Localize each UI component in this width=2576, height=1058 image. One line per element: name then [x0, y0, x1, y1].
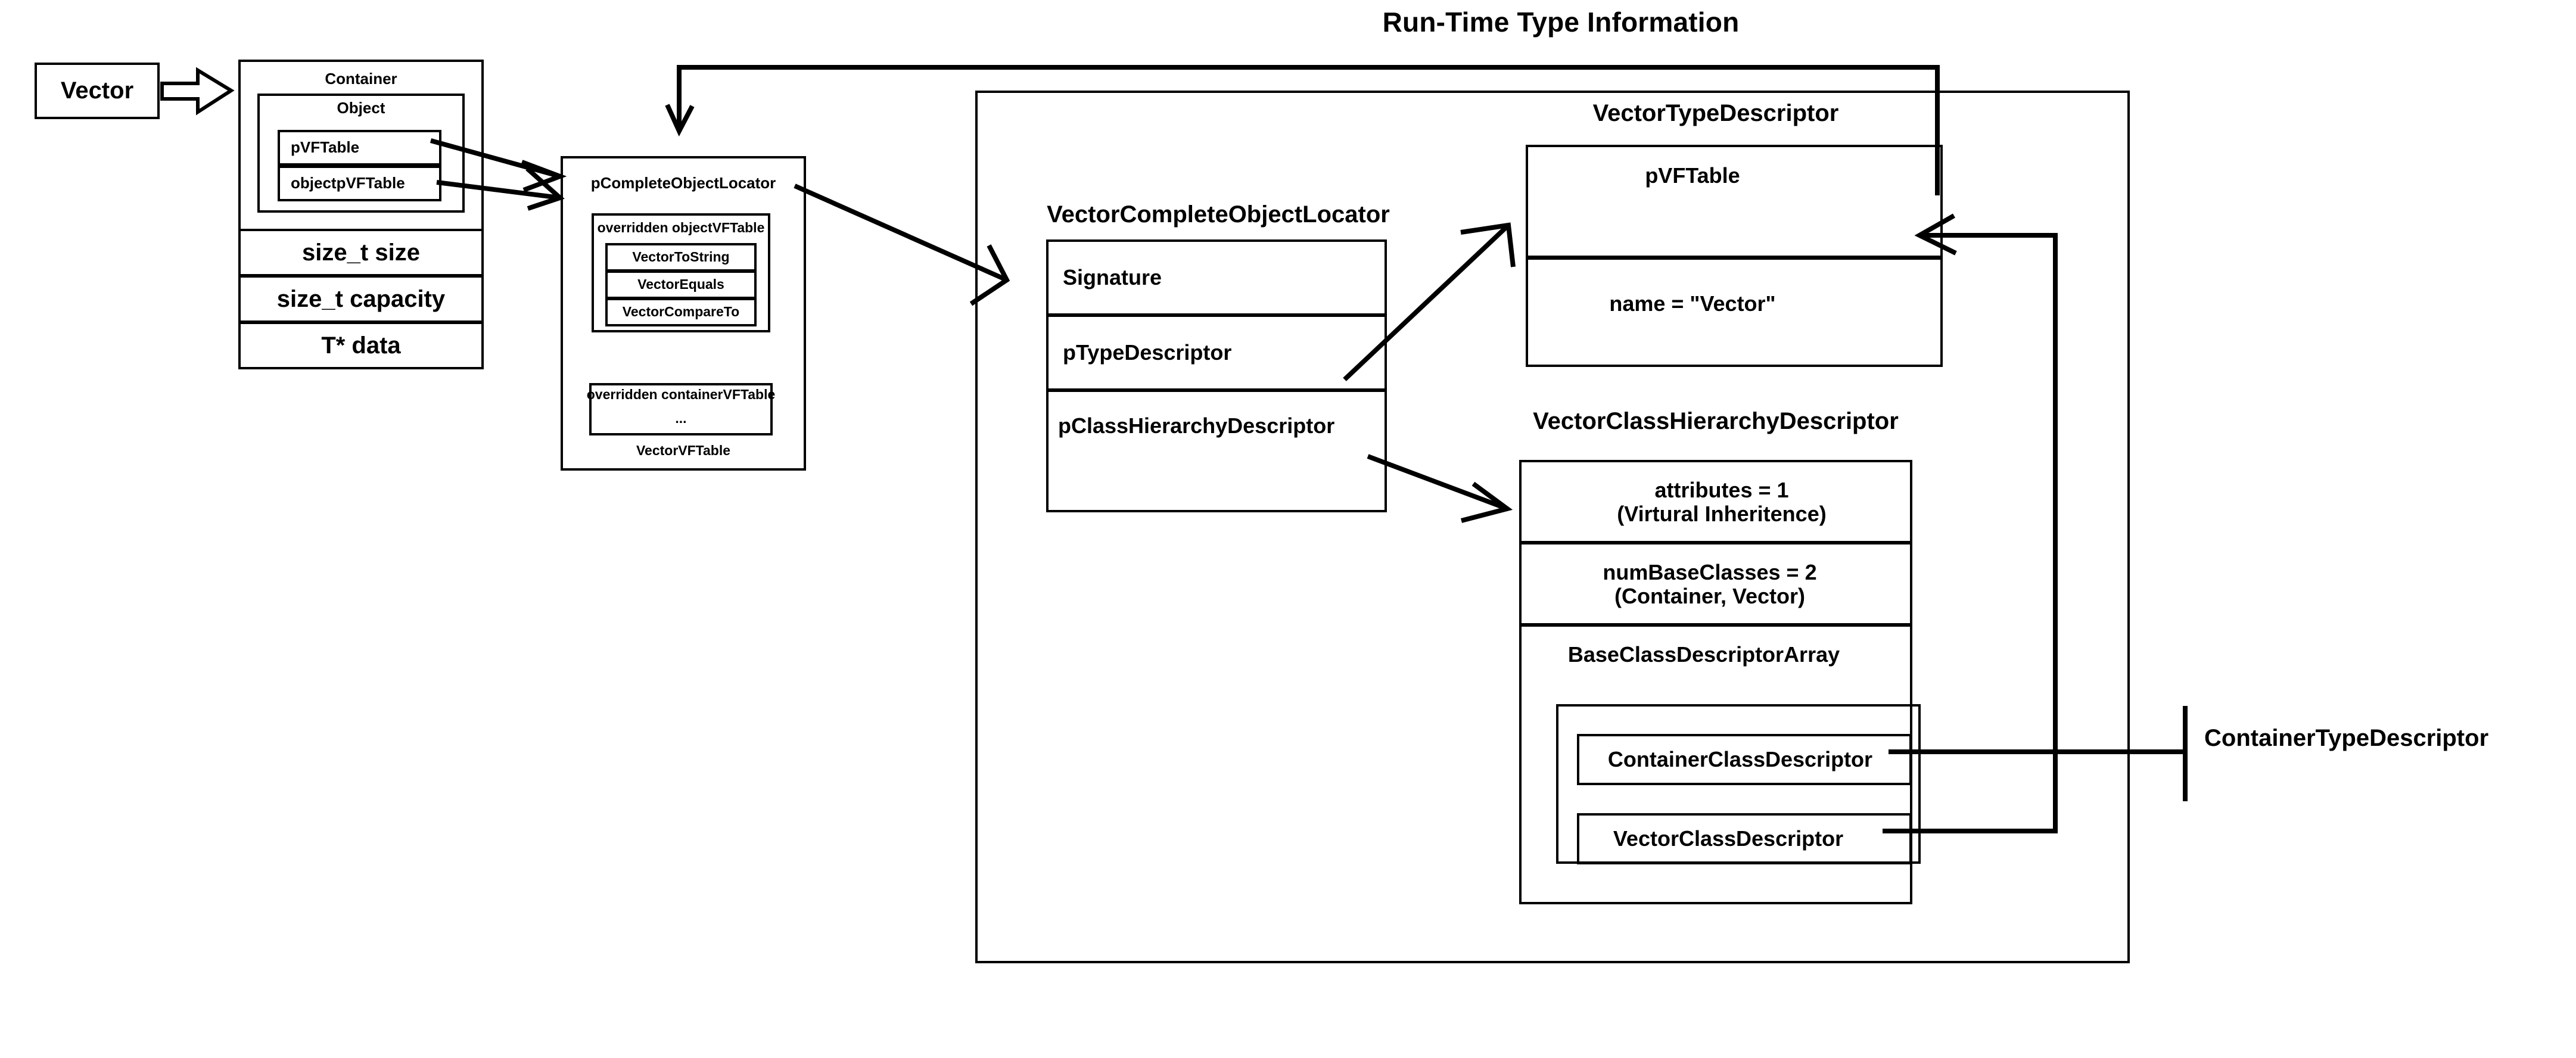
container-type-descriptor-label: ContainerTypeDescriptor [2204, 724, 2489, 751]
vcol-row-ptypedescriptor-label: pTypeDescriptor [1063, 340, 1232, 365]
container-row-capacity-label: size_t capacity [276, 285, 446, 312]
page-title: Run-Time Type Information [1382, 7, 1740, 38]
vector-class-hierarchy-descriptor-title: VectorClassHierarchyDescriptor [1533, 407, 1899, 434]
vchd-row-attributes-label: attributes = 1 (Virtural Inheritence) [1617, 477, 1827, 526]
container-row-data-label: T* data [321, 332, 401, 359]
overridden-objectvftable-label: overridden objectVFTable [597, 220, 765, 236]
vftable-entry-tostring-label: VectorToString [632, 249, 730, 265]
vtd-row-name-label: name = "Vector" [1609, 291, 1776, 316]
vectorvftable-footer-label: VectorVFTable [636, 443, 731, 459]
array-entry-vectorclassdescriptor-label: VectorClassDescriptor [1613, 826, 1844, 851]
container-row-size-label: size_t size [302, 239, 420, 266]
container-label: Container [325, 70, 397, 88]
object-field-objectpvftable-label: objectpVFTable [291, 174, 405, 192]
overridden-containervftable-ellipsis: ... [675, 410, 687, 427]
array-entry-containerclassdescriptor-label: ContainerClassDescriptor [1607, 746, 1873, 771]
connector-vtd-pvftable-arrowhead [665, 104, 695, 137]
block-arrow-vector-to-container [160, 67, 235, 116]
baseclassdescriptorarray-label: BaseClassDescriptorArray [1567, 642, 1840, 667]
vcol-row-signature-label: Signature [1063, 264, 1162, 290]
object-field-pvftable-label: pVFTable [291, 138, 360, 157]
vtd-row-pvftable-label: pVFTable [1645, 163, 1740, 188]
arrow-objectpvftable-to-vftable-head [525, 167, 565, 211]
overridden-containervftable-label: overridden containerVFTable [586, 387, 776, 403]
vector-complete-object-locator-title: VectorCompleteObjectLocator [1047, 201, 1390, 228]
object-label: Object [337, 99, 385, 117]
vcol-row-pclasshierarchydescriptor-label: pClassHierarchyDescriptor [1058, 413, 1335, 438]
vftable-entry-equals-label: VectorEquals [637, 276, 724, 292]
vector-source-label: Vector [60, 77, 134, 104]
pcompleteobjectlocator-label: pCompleteObjectLocator [590, 174, 776, 192]
diagram-canvas: Run-Time Type Information Vector Contain… [0, 0, 2576, 1058]
arrow-pvftable-to-vftable-head [521, 160, 567, 192]
vector-type-descriptor-title: VectorTypeDescriptor [1592, 99, 1839, 126]
vftable-entry-compareto-label: VectorCompareTo [622, 304, 740, 320]
vchd-row-numbaseclasses-label: numBaseClasses = 2 (Container, Vector) [1603, 559, 1817, 608]
